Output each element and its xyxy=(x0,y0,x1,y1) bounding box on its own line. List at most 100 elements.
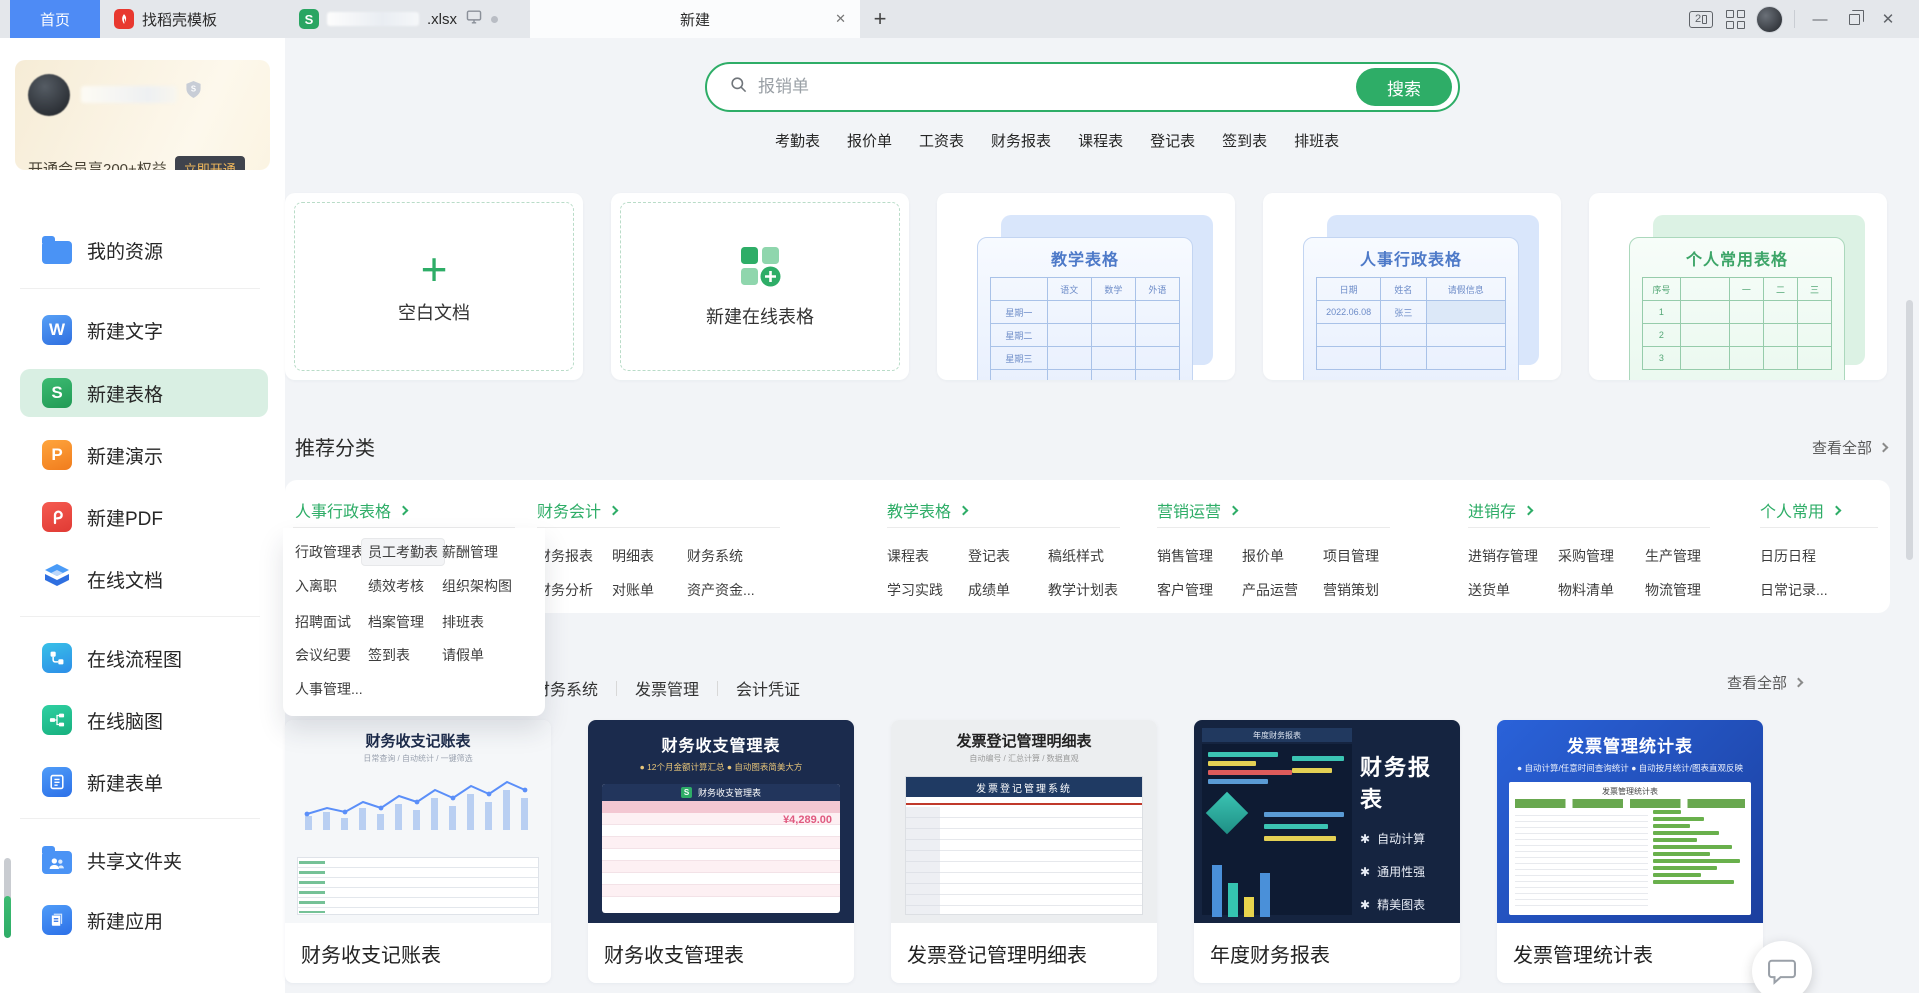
category-inventory[interactable]: 进销存 xyxy=(1468,498,1532,522)
search-button[interactable]: 搜索 xyxy=(1356,68,1452,106)
category-item[interactable]: 销售管理 xyxy=(1157,546,1213,566)
category-item[interactable]: 采购管理 xyxy=(1558,546,1614,566)
category-marketing[interactable]: 营销运营 xyxy=(1157,498,1237,522)
hot-word[interactable]: 登记表 xyxy=(1150,130,1195,151)
sidebar-item-new-sheet[interactable]: S 新建表格 xyxy=(20,369,268,417)
blank-doc-label: 空白文档 xyxy=(398,299,470,325)
category-item[interactable]: 物料清单 xyxy=(1558,580,1614,600)
sidebar-item-new-pdf[interactable]: 新建PDF xyxy=(20,493,268,541)
category-item[interactable]: 报价单 xyxy=(1242,546,1284,566)
dropdown-item[interactable]: 入离职 xyxy=(295,576,337,596)
hr-admin-table-card[interactable]: 人事行政表格 日期姓名请假信息 2022.06.08张三 xyxy=(1263,193,1561,380)
category-item[interactable]: 营销策划 xyxy=(1323,580,1379,600)
category-item[interactable]: 生产管理 xyxy=(1645,546,1701,566)
category-item[interactable]: 进销存管理 xyxy=(1468,546,1538,566)
search-input[interactable] xyxy=(758,77,1278,97)
dropdown-item[interactable]: 请假单 xyxy=(442,645,484,665)
category-item[interactable]: 客户管理 xyxy=(1157,580,1213,600)
dropdown-item[interactable]: 会议纪要 xyxy=(295,645,351,665)
multiwindow-icon[interactable]: 2 xyxy=(1684,0,1718,38)
dropdown-item[interactable]: 薪酬管理 xyxy=(442,542,498,562)
dropdown-item[interactable]: 行政管理表 xyxy=(295,542,365,562)
category-item[interactable]: 财务分析 xyxy=(537,580,593,600)
close-window-button[interactable]: ✕ xyxy=(1871,0,1905,38)
dropdown-item[interactable]: 签到表 xyxy=(368,645,410,665)
dropdown-item[interactable]: 绩效考核 xyxy=(368,576,424,596)
dropdown-item-hovered[interactable]: 员工考勤表 xyxy=(361,538,445,566)
category-item[interactable]: 学习实践 xyxy=(887,580,943,600)
view-all-categories[interactable]: 查看全部 xyxy=(1812,437,1887,458)
sidebar-item-online-doc[interactable]: 在线文档 xyxy=(20,555,268,603)
main-scrollbar[interactable] xyxy=(1906,300,1913,560)
sidebar-item-new-doc[interactable]: W 新建文字 xyxy=(20,306,268,354)
category-item[interactable]: 课程表 xyxy=(887,546,929,566)
new-online-sheet-card[interactable]: 新建在线表格 xyxy=(611,193,909,380)
sidebar-item-mindmap[interactable]: 在线脑图 xyxy=(20,696,268,744)
category-item[interactable]: 送货单 xyxy=(1468,580,1510,600)
dropdown-item[interactable]: 档案管理 xyxy=(368,612,424,632)
restore-button[interactable] xyxy=(1837,0,1871,38)
minimize-button[interactable]: — xyxy=(1803,0,1837,38)
tab-home-label: 首页 xyxy=(40,9,70,30)
template-card-invoice-register[interactable]: 发票登记管理明细表 自动编号 / 汇总计算 / 数据直观 发票登记管理系统 发票… xyxy=(891,720,1157,983)
hot-word[interactable]: 报价单 xyxy=(847,130,892,151)
category-item[interactable]: 财务系统 xyxy=(687,546,743,566)
sidebar-item-flowchart[interactable]: 在线流程图 xyxy=(20,634,268,682)
tab-new-page[interactable]: 新建 ✕ xyxy=(530,0,860,38)
category-item[interactable]: 成绩单 xyxy=(968,580,1010,600)
category-personal[interactable]: 个人常用 xyxy=(1760,498,1840,522)
tab-docer-templates[interactable]: 找稻壳模板 xyxy=(100,0,285,38)
category-item[interactable]: 项目管理 xyxy=(1323,546,1379,566)
sidebar-item-new-presentation[interactable]: P 新建演示 xyxy=(20,431,268,479)
thumb-title: 财务收支管理表 xyxy=(600,732,842,756)
hot-word[interactable]: 财务报表 xyxy=(991,130,1051,151)
hot-word[interactable]: 考勤表 xyxy=(775,130,820,151)
sidebar-item-my-resources[interactable]: 我的资源 xyxy=(20,226,268,274)
blank-doc-card[interactable]: + 空白文档 xyxy=(285,193,583,380)
filter-item[interactable]: 会计凭证 xyxy=(736,676,800,700)
dropdown-item[interactable]: 人事管理... xyxy=(295,679,363,699)
user-avatar[interactable] xyxy=(1752,0,1786,38)
dropdown-item[interactable]: 排班表 xyxy=(442,612,484,632)
category-item[interactable]: 产品运营 xyxy=(1242,580,1298,600)
hot-word[interactable]: 排班表 xyxy=(1294,130,1339,151)
dropdown-item[interactable]: 招聘面试 xyxy=(295,612,351,632)
category-item[interactable]: 稿纸样式 xyxy=(1048,546,1104,566)
personal-table-card[interactable]: 个人常用表格 序号一二三 1 2 3 xyxy=(1589,193,1887,380)
teaching-table-card[interactable]: 教学表格 语文数学外语 星期一 星期二 星期三 xyxy=(937,193,1235,380)
category-item[interactable]: 财务报表 xyxy=(537,546,593,566)
hot-word[interactable]: 课程表 xyxy=(1078,130,1123,151)
hot-word[interactable]: 工资表 xyxy=(919,130,964,151)
category-item[interactable]: 登记表 xyxy=(968,546,1010,566)
vip-open-button[interactable]: 立即开通 xyxy=(175,156,245,170)
category-item[interactable]: 对账单 xyxy=(612,580,654,600)
category-item[interactable]: 日历日程 xyxy=(1760,546,1816,566)
category-item[interactable]: 物流管理 xyxy=(1645,580,1701,600)
hot-word[interactable]: 签到表 xyxy=(1222,130,1267,151)
sidebar-item-shared-folder[interactable]: 共享文件夹 xyxy=(20,836,268,884)
sidebar-item-new-form[interactable]: 新建表单 xyxy=(20,758,268,806)
app-grid-icon[interactable] xyxy=(1718,0,1752,38)
category-item[interactable]: 教学计划表 xyxy=(1048,580,1118,600)
template-card-income-manager[interactable]: 财务收支管理表 ● 12个月金额计算汇总 ● 自动图表简美大方 S财务收支管理表… xyxy=(588,720,854,983)
category-finance[interactable]: 财务会计 xyxy=(537,498,617,522)
tab-open-spreadsheet[interactable]: S .xlsx xyxy=(285,0,530,38)
category-item[interactable]: 明细表 xyxy=(612,546,654,566)
category-item[interactable]: 资产资金... xyxy=(687,580,755,600)
filter-item[interactable]: 发票管理 xyxy=(635,676,699,700)
template-card-annual-report[interactable]: 年度财务报表 财务报表 ✱自动计算 ✱通用性强 ✱精美图表 年度财务报表 xyxy=(1194,720,1460,983)
category-hr-admin[interactable]: 人事行政表格 xyxy=(295,498,407,522)
help-chat-button[interactable] xyxy=(1752,941,1812,993)
sidebar-scroll-indicator[interactable] xyxy=(4,858,11,938)
profile-card[interactable]: S 开通会员享200+权益 立即开通 xyxy=(15,60,270,170)
dropdown-item[interactable]: 组织架构图 xyxy=(442,576,512,596)
category-teaching[interactable]: 教学表格 xyxy=(887,498,967,522)
close-tab-icon[interactable]: ✕ xyxy=(835,11,846,27)
sidebar-item-new-app[interactable]: 新建应用 xyxy=(20,896,268,944)
view-all-templates[interactable]: 查看全部 xyxy=(1727,672,1802,693)
template-card-invoice-stats[interactable]: 发票管理统计表 ● 自动计算/任意时间查询统计 ● 自动按月统计/图表直观反映 … xyxy=(1497,720,1763,983)
tab-home[interactable]: 首页 xyxy=(10,0,100,38)
template-card-income-ledger[interactable]: 财务收支记账表 日常查询 / 自动统计 / 一键筛选 财务收支记账表 xyxy=(285,720,551,983)
add-tab-button[interactable]: + xyxy=(860,0,900,38)
category-item[interactable]: 日常记录... xyxy=(1760,580,1828,600)
